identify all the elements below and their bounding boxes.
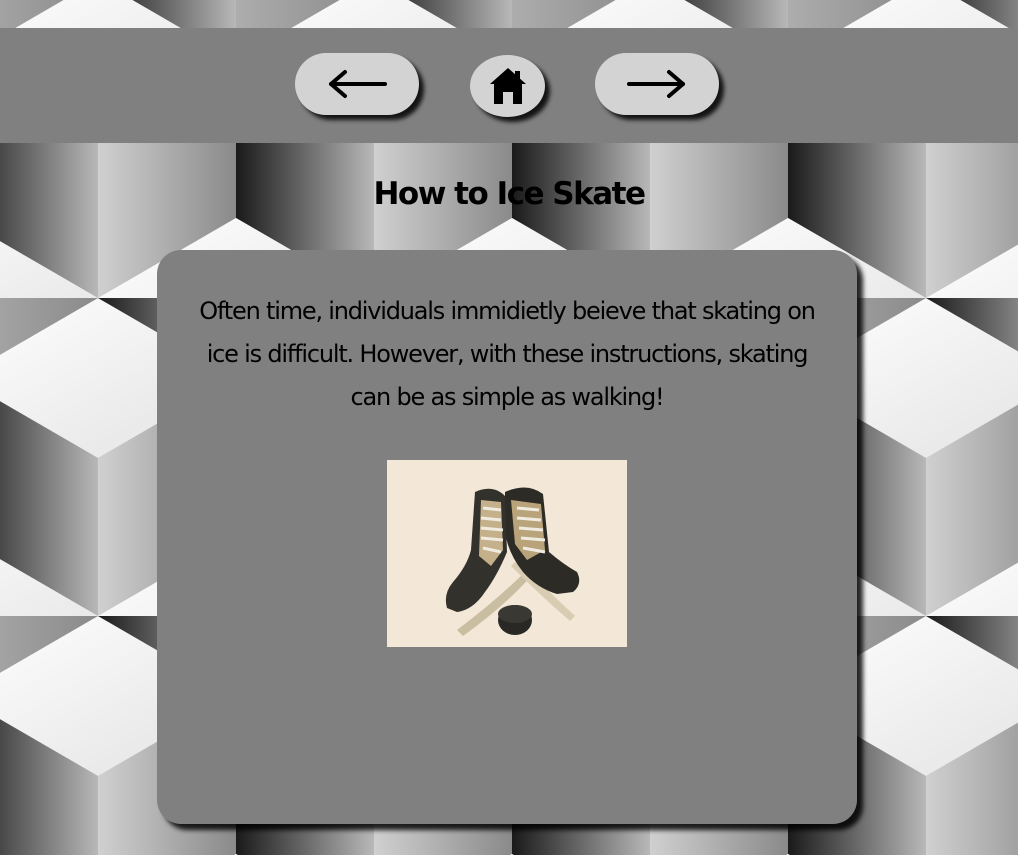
page-title: How to Ice Skate (373, 176, 646, 212)
intro-paragraph: Often time, individuals immidietly beiev… (199, 297, 816, 411)
arrow-left-icon (329, 70, 387, 98)
arrow-right-icon (627, 70, 685, 98)
back-button[interactable] (295, 53, 419, 115)
top-navbar (0, 28, 1018, 143)
home-icon (489, 68, 526, 104)
home-button[interactable] (470, 55, 545, 117)
ice-skates-image (387, 460, 627, 647)
content-card: Often time, individuals immidietly beiev… (157, 250, 857, 824)
forward-button[interactable] (595, 53, 719, 115)
